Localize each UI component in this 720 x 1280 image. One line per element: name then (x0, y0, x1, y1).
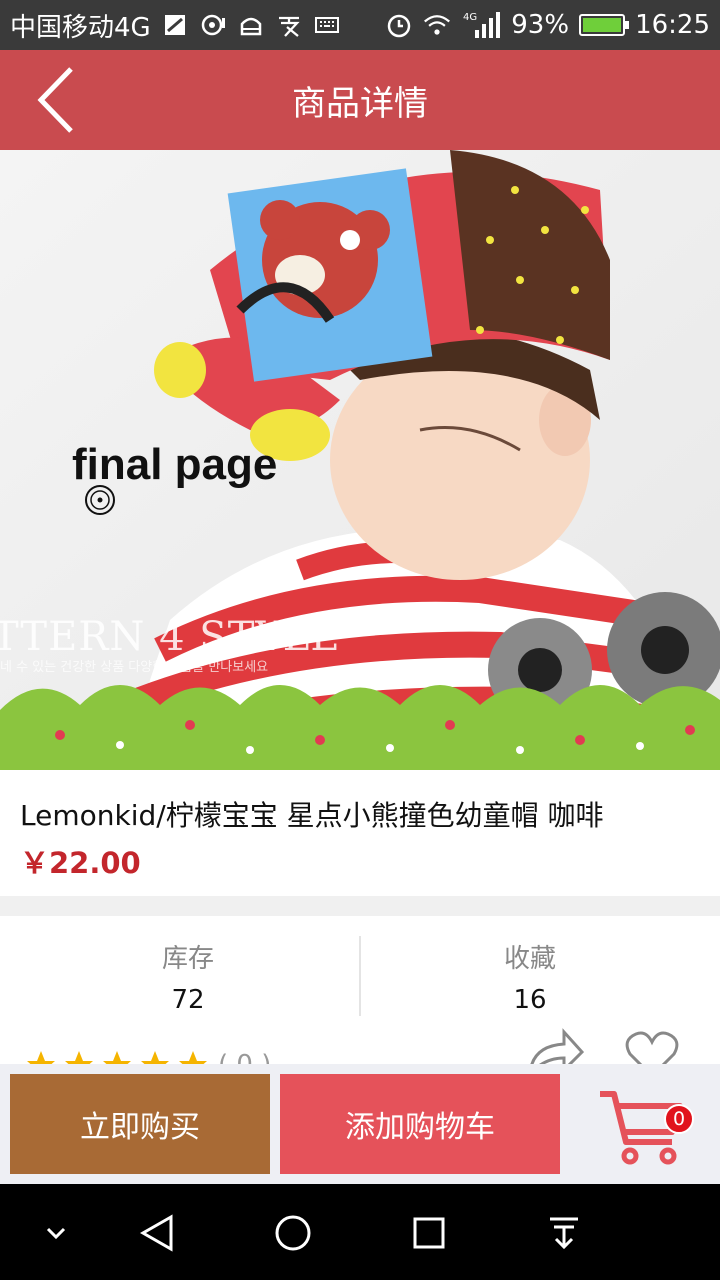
favorites-label: 收藏 (503, 944, 556, 974)
nav-notification-button[interactable] (541, 1210, 587, 1256)
star-icon (65, 1051, 93, 1064)
grass-border (0, 685, 720, 770)
sim-icon (161, 11, 189, 39)
chevron-left-icon (37, 67, 73, 133)
nav-back-button[interactable] (134, 1210, 180, 1256)
system-nav-bar (0, 1184, 720, 1280)
star-icon (103, 1051, 131, 1064)
shopping-cart-button[interactable]: 0 (592, 1076, 702, 1172)
android-notification-icon (237, 11, 265, 39)
back-triangle-icon (139, 1214, 173, 1252)
section-divider (0, 896, 720, 916)
share-icon[interactable] (524, 1028, 584, 1064)
product-info: Lemonkid/柠檬宝宝 星点小熊撞色幼童帽 咖啡 ￥22.00 (0, 770, 720, 896)
heart-icon[interactable] (624, 1030, 680, 1064)
status-right: 4G 93% 16:25 (385, 10, 710, 40)
keyboard-icon (313, 11, 341, 39)
product-name: Lemonkid/柠檬宝宝 星点小熊撞色幼童帽 咖啡 (20, 799, 604, 832)
overlay-label: final page (72, 440, 278, 489)
product-image[interactable]: TTERN 4 STYLE 네 수 있는 건강한 상품 다양한 제품을 만나보세… (0, 150, 720, 770)
wifi-icon (423, 11, 451, 39)
star-icon (141, 1051, 169, 1064)
star-icon (179, 1051, 207, 1064)
stock-value: 72 (171, 985, 205, 1015)
image-watermark: TTERN 4 STYLE (0, 614, 341, 660)
nav-recents-button[interactable] (406, 1210, 452, 1256)
cart-badge: 0 (664, 1104, 694, 1134)
cursor-icon (85, 485, 115, 515)
input-method-icon (275, 11, 303, 39)
favorites-stat: 收藏 16 (350, 938, 710, 1015)
signal-icon: 4G (461, 11, 501, 39)
product-stats: 库存 72 收藏 16 ( 0 ) (0, 916, 720, 1064)
buy-now-button[interactable]: 立即购买 (10, 1074, 270, 1174)
carrier-label: 中国移动4G (10, 12, 151, 43)
hotspot-icon (199, 11, 227, 39)
nav-hide-button[interactable] (33, 1210, 79, 1256)
rating-stars (26, 1050, 208, 1064)
image-watermark-sub: 네 수 있는 건강한 상품 다양한 제품을 만나보세요 (0, 660, 269, 675)
rating-count: ( 0 ) (218, 1050, 271, 1064)
app-header: 商品详情 (0, 50, 720, 150)
screen: 中国移动4G 4G 93% 16:25 商品详情 TTERN 4 STYLE 네… (0, 0, 720, 1280)
stock-stat: 库存 72 (8, 938, 368, 1015)
status-left: 中国移动4G (10, 7, 341, 44)
page-title: 商品详情 (292, 83, 428, 124)
back-button[interactable] (22, 62, 92, 138)
chevron-down-icon (46, 1227, 66, 1240)
recents-square-icon (413, 1217, 445, 1249)
clock: 16:25 (635, 10, 710, 40)
battery-icon (579, 14, 630, 36)
alarm-icon (385, 11, 413, 39)
battery-percent: 93% (511, 10, 570, 40)
favorites-value: 16 (513, 985, 547, 1015)
status-bar: 中国移动4G 4G 93% 16:25 (0, 0, 720, 50)
product-price: ￥22.00 (20, 846, 141, 880)
add-to-cart-button[interactable]: 添加购物车 (280, 1074, 560, 1174)
stock-label: 库存 (161, 944, 214, 974)
home-circle-icon (275, 1215, 311, 1251)
notification-pull-icon (550, 1217, 578, 1250)
star-icon (27, 1051, 55, 1064)
nav-home-button[interactable] (270, 1210, 316, 1256)
action-bar: 立即购买 添加购物车 0 (0, 1064, 720, 1184)
network-type-label: 4G (463, 12, 477, 23)
